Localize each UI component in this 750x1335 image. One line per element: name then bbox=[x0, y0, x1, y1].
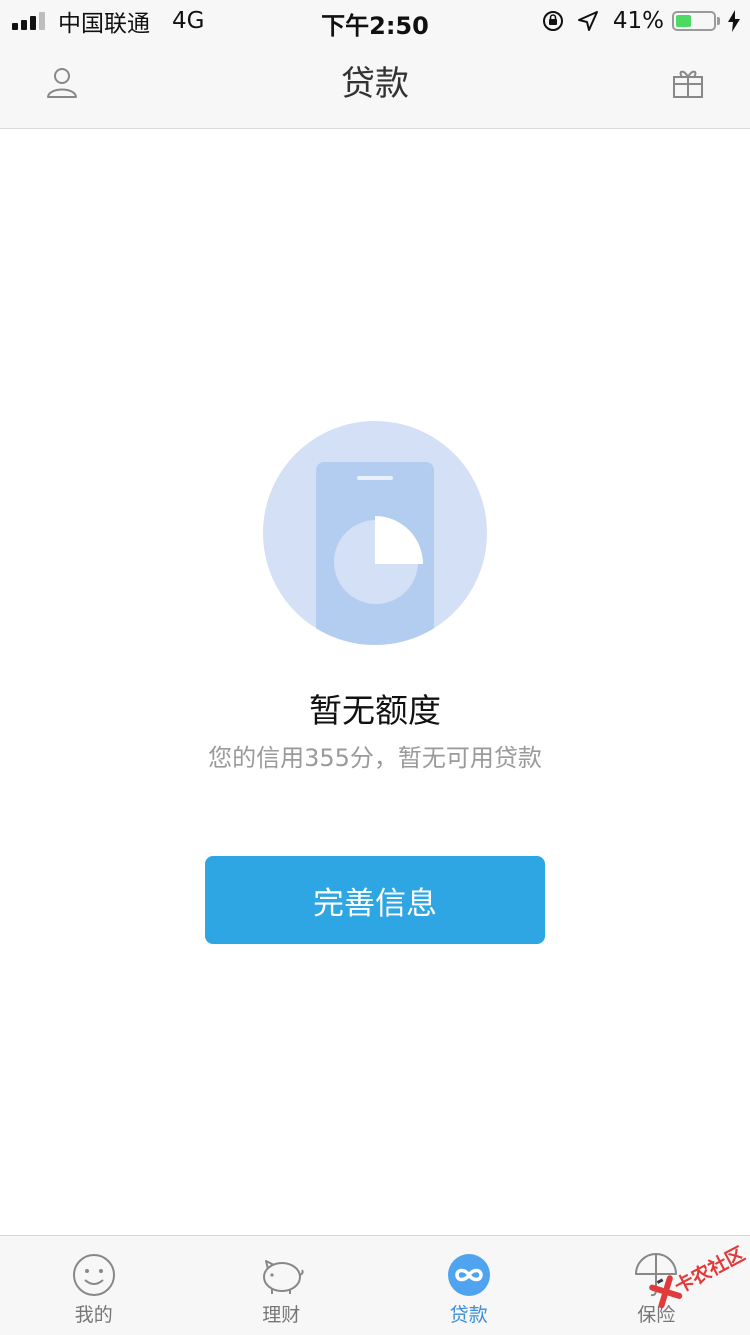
status-left: 中国联通 4G bbox=[12, 6, 204, 36]
tab-loan[interactable]: 贷款 bbox=[375, 1236, 563, 1335]
user-profile-button[interactable] bbox=[40, 62, 84, 106]
battery-level-fill bbox=[676, 15, 691, 27]
signal-icon bbox=[12, 12, 48, 30]
empty-state-title: 暂无额度 bbox=[0, 684, 750, 732]
tab-label: 贷款 bbox=[450, 1300, 488, 1327]
user-profile-icon bbox=[45, 65, 79, 103]
battery-percent: 41% bbox=[613, 8, 664, 34]
location-arrow-icon bbox=[577, 10, 599, 32]
credit-score-message: 您的信用355分，暂无可用贷款 bbox=[0, 738, 750, 773]
gift-icon bbox=[671, 65, 705, 103]
battery-nub bbox=[717, 17, 720, 25]
smiley-face-icon bbox=[71, 1252, 117, 1298]
status-right: 41% bbox=[541, 6, 740, 36]
rotation-lock-icon bbox=[541, 9, 565, 33]
navigation-bar: 贷款 bbox=[0, 40, 750, 129]
piggy-bank-icon bbox=[258, 1252, 304, 1298]
tab-mine[interactable]: 我的 bbox=[0, 1236, 188, 1335]
infinity-loan-icon bbox=[446, 1252, 492, 1298]
complete-info-button[interactable]: 完善信息 bbox=[205, 856, 545, 944]
watermark-text: 卡农社区 bbox=[669, 1239, 749, 1299]
tab-label: 我的 bbox=[75, 1300, 113, 1327]
charging-bolt-icon bbox=[728, 10, 740, 32]
tab-wealth[interactable]: 理财 bbox=[188, 1236, 376, 1335]
tab-label: 理财 bbox=[262, 1300, 300, 1327]
network-type: 4G bbox=[172, 8, 204, 34]
carrier-name: 中国联通 bbox=[58, 4, 150, 38]
page-title: 贷款 bbox=[0, 40, 750, 128]
phone-pie-chart-icon bbox=[262, 420, 488, 646]
gift-button[interactable] bbox=[666, 62, 710, 106]
battery-icon bbox=[672, 11, 716, 31]
tab-bar: 我的 理财 贷款 保险 bbox=[0, 1235, 750, 1335]
status-bar: 中国联通 4G 下午2:50 41% bbox=[0, 0, 750, 40]
